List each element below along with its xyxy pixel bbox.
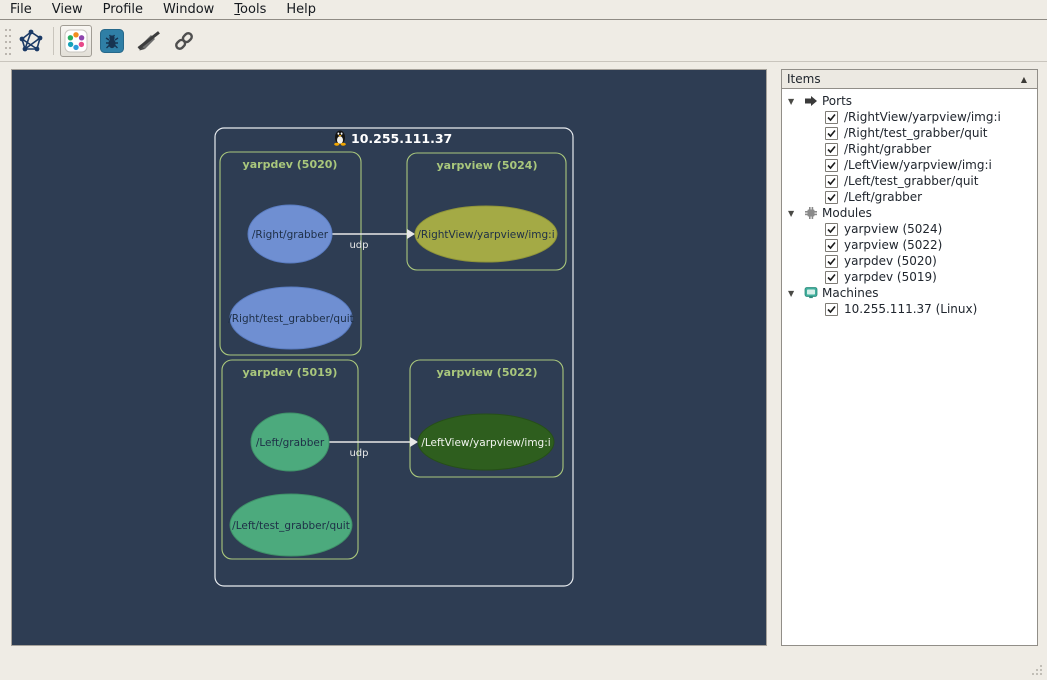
tree-group-machines[interactable]: ▼ Machines <box>782 285 1037 301</box>
expander-icon[interactable]: ▼ <box>788 289 804 298</box>
tree-item-port[interactable]: /Left/test_grabber/quit <box>782 173 1037 189</box>
tree-item-module[interactable]: yarpdev (5020) <box>782 253 1037 269</box>
link-icon <box>171 28 197 54</box>
items-tree: ▼ Ports /RightView/yarpview/img:i /Right… <box>782 89 1037 645</box>
port-node-label: /LeftView/yarpview/img:i <box>421 437 550 449</box>
bug-icon <box>100 29 124 53</box>
port-node-label: /Left/test_grabber/quit <box>232 520 350 532</box>
machine-title: 10.255.111.37 <box>351 131 452 146</box>
tree-group-ports[interactable]: ▼ Ports <box>782 93 1037 109</box>
tree-item-module[interactable]: yarpview (5022) <box>782 237 1037 253</box>
statusbar <box>0 646 1047 680</box>
menu-view[interactable]: View <box>42 1 93 19</box>
tree-item-module[interactable]: yarpview (5024) <box>782 221 1037 237</box>
checkbox[interactable] <box>825 303 838 316</box>
connections-button[interactable] <box>168 25 200 57</box>
toolbar <box>0 21 1047 62</box>
color-nodes-button[interactable] <box>60 25 92 57</box>
arrowhead-icon <box>407 229 415 239</box>
checkbox[interactable] <box>825 239 838 252</box>
tree-item-port[interactable]: /Left/grabber <box>782 189 1037 205</box>
tree-item-port[interactable]: /RightView/yarpview/img:i <box>782 109 1037 125</box>
menu-file[interactable]: File <box>0 1 42 19</box>
menu-tools[interactable]: Tools <box>224 1 276 19</box>
pen-slash-icon <box>135 28 161 54</box>
toolbar-separator <box>53 27 54 55</box>
edge-label: udp <box>349 448 368 459</box>
port-node-label: /Right/test_grabber/quit <box>228 313 354 325</box>
show-debug-button[interactable] <box>96 25 128 57</box>
tux-icon <box>334 131 346 146</box>
tree-item-module[interactable]: yarpdev (5019) <box>782 269 1037 285</box>
arrowhead-icon <box>410 437 418 447</box>
tree-group-modules[interactable]: ▼ Modules <box>782 205 1037 221</box>
checkbox[interactable] <box>825 255 838 268</box>
port-node-label: /Right/grabber <box>252 229 329 241</box>
machine-icon <box>804 286 822 300</box>
checkbox[interactable] <box>825 127 838 140</box>
checkbox[interactable] <box>825 111 838 124</box>
tree-item-port[interactable]: /LeftView/yarpview/img:i <box>782 157 1037 173</box>
toolbar-drag-handle[interactable] <box>3 25 13 57</box>
module-icon <box>804 206 822 220</box>
expander-icon[interactable]: ▼ <box>788 97 804 106</box>
expander-icon[interactable]: ▼ <box>788 209 804 218</box>
menu-window[interactable]: Window <box>153 1 224 19</box>
port-node-label: /RightView/yarpview/img:i <box>417 229 554 241</box>
items-panel-title: Items <box>787 72 1017 86</box>
module-label: yarpview (5022) <box>437 366 538 379</box>
checkbox[interactable] <box>825 175 838 188</box>
module-label: yarpdev (5019) <box>243 366 338 379</box>
edge-label: udp <box>349 240 368 251</box>
graph-canvas[interactable]: 10.255.111.37 yarpdev (5020) yarpview (5… <box>11 69 767 646</box>
items-panel: Items ▲ ▼ Ports /RightView/yarpview/img:… <box>781 69 1038 646</box>
module-label: yarpdev (5020) <box>243 158 338 171</box>
menu-help[interactable]: Help <box>276 1 326 19</box>
items-panel-header[interactable]: Items ▲ <box>782 70 1037 89</box>
tree-item-port[interactable]: /Right/grabber <box>782 141 1037 157</box>
checkbox[interactable] <box>825 159 838 172</box>
menubar: File View Profile Window Tools Help <box>0 0 1047 20</box>
collapse-up-icon[interactable]: ▲ <box>1017 75 1031 84</box>
checkbox[interactable] <box>825 143 838 156</box>
palette-icon <box>64 29 88 53</box>
checkbox[interactable] <box>825 271 838 284</box>
network-icon <box>18 28 44 54</box>
checkbox[interactable] <box>825 223 838 236</box>
port-icon <box>804 94 822 108</box>
checkbox[interactable] <box>825 191 838 204</box>
tree-item-machine[interactable]: 10.255.111.37 (Linux) <box>782 301 1037 317</box>
yarpviz-window: { "menubar": { "items": [ {"label": "Fil… <box>0 0 1047 680</box>
port-node-label: /Left/grabber <box>256 437 325 449</box>
edit-off-button[interactable] <box>132 25 164 57</box>
graph-view-button[interactable] <box>15 25 47 57</box>
tree-item-port[interactable]: /Right/test_grabber/quit <box>782 125 1037 141</box>
resize-grip[interactable] <box>1031 664 1043 676</box>
module-label: yarpview (5024) <box>437 159 538 172</box>
menu-profile[interactable]: Profile <box>93 1 153 19</box>
